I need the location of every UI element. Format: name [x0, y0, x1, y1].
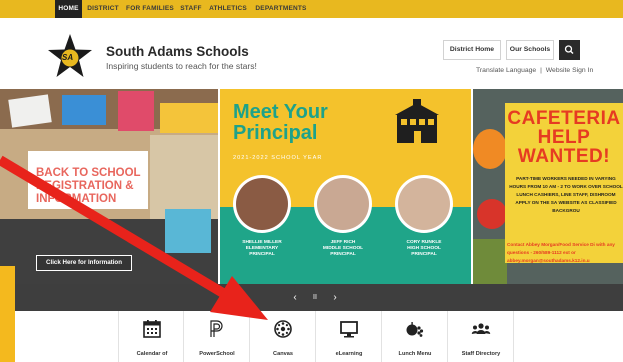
supplies-image — [118, 91, 154, 131]
prev-slide-button[interactable]: ‹ — [288, 284, 302, 311]
our-schools-button[interactable]: Our Schools — [506, 40, 554, 60]
meet-your-principal-title: Meet Your Principal — [233, 102, 328, 144]
notebook-image — [8, 94, 52, 128]
calendar-icon — [143, 320, 161, 338]
site-tagline: Inspiring students to reach for the star… — [106, 61, 257, 71]
quick-links-bar: Calendar of PowerSchool Canvas eLearning… — [0, 311, 623, 362]
district-home-button[interactable]: District Home — [443, 40, 501, 60]
search-button[interactable] — [559, 40, 580, 60]
marker-image — [165, 209, 211, 253]
nav-athletics[interactable]: ATHLETICS — [208, 0, 248, 18]
tomato-image — [477, 199, 507, 229]
quick-link-staff-directory[interactable]: Staff Directory — [448, 311, 514, 362]
schoolhouse-icon — [388, 99, 446, 145]
quick-link-label: PowerSchool — [199, 351, 235, 357]
translate-link[interactable]: Translate Language — [476, 67, 536, 74]
side-accent-bar — [0, 266, 15, 362]
powerschool-icon — [210, 320, 223, 337]
next-slide-button[interactable]: › — [328, 284, 342, 311]
principal-photo-3 — [395, 175, 453, 233]
nav-staff[interactable]: STAFF — [178, 0, 204, 18]
utility-links: Translate Language | Website Sign In — [476, 67, 593, 74]
slide-cafeteria-help[interactable]: CAFETERIA HELP WANTED! PART-TIME WORKERS… — [473, 89, 623, 284]
principal-role: PRINCIPAL — [411, 252, 437, 257]
canvas-icon — [274, 320, 292, 338]
click-for-information-button[interactable]: Click Here for Information — [36, 255, 132, 271]
pencils-image — [160, 103, 218, 133]
back-to-school-headline: BACK TO SCHOOL REGISTRATION & INFORMATIO… — [36, 167, 141, 205]
cafeteria-body: PART-TIME WORKERS NEEDED IN VARYING HOUR… — [509, 176, 623, 213]
quick-link-label: eLearning — [335, 351, 363, 357]
quick-link-label: Calendar of — [136, 351, 168, 357]
quick-link-label: Staff Directory — [461, 351, 501, 357]
pause-slide-button[interactable]: II — [308, 284, 322, 311]
principal-caption-1: SHELLIE MILLER ELEMENTARY PRINCIPAL — [227, 240, 297, 258]
principal-caption-3: CORY RUNKLE HIGH SCHOOL PRINCIPAL — [389, 240, 459, 258]
website-sign-in-link[interactable]: Website Sign In — [546, 67, 593, 74]
monitor-icon — [340, 321, 358, 338]
top-nav-bar: HOME DISTRICT FOR FAMILIES STAFF ATHLETI… — [0, 0, 623, 18]
cafeteria-flyer: CAFETERIA HELP WANTED! PART-TIME WORKERS… — [505, 103, 623, 263]
quick-link-calendar[interactable]: Calendar of — [118, 311, 184, 362]
slide-controls-bar: ‹ II › — [0, 284, 623, 311]
cafeteria-title-line-1: CAFETERIA — [507, 108, 621, 129]
quick-link-canvas[interactable]: Canvas — [250, 311, 316, 362]
logo-text: SA — [62, 53, 74, 62]
greens-image — [473, 239, 507, 284]
principal-caption-2: JEFF RICH MIDDLE SCHOOL PRINCIPAL — [308, 240, 378, 258]
apple-icon — [406, 322, 424, 337]
site-title[interactable]: South Adams Schools — [106, 44, 249, 59]
nav-for-families[interactable]: FOR FAMILIES — [124, 0, 176, 18]
search-icon — [564, 45, 574, 54]
cafeteria-contact: Contact Abbey Morgan/Food Service Di wit… — [507, 242, 615, 263]
title-line-2: Principal — [233, 122, 318, 144]
principal-role: PRINCIPAL — [249, 252, 275, 257]
folder-image — [62, 95, 106, 125]
page: HOME DISTRICT FOR FAMILIES STAFF ATHLETI… — [0, 0, 623, 362]
cafeteria-title-line-3: WANTED! — [517, 146, 611, 167]
cafeteria-title-line-2: HELP — [537, 127, 591, 148]
people-icon — [471, 323, 491, 334]
school-year-subtitle: 2021-2022 SCHOOL YEAR — [233, 155, 323, 161]
slide-meet-your-principal[interactable]: Meet Your Principal 2021-2022 SCHOOL YEA… — [220, 89, 471, 284]
nav-district[interactable]: DISTRICT — [86, 0, 120, 18]
quick-link-powerschool[interactable]: PowerSchool — [184, 311, 250, 362]
separator: | — [540, 67, 542, 74]
principal-role: PRINCIPAL — [330, 252, 356, 257]
quick-link-elearning[interactable]: eLearning — [316, 311, 382, 362]
nav-departments[interactable]: DEPARTMENTS — [252, 0, 310, 18]
orange-image — [473, 129, 507, 169]
cafeteria-title: CAFETERIA HELP WANTED! — [505, 109, 623, 166]
school-logo[interactable]: SA — [47, 33, 93, 79]
slideshow: BACK TO SCHOOL REGISTRATION & INFORMATIO… — [0, 89, 623, 284]
quick-link-lunch-menu[interactable]: Lunch Menu — [382, 311, 448, 362]
nav-home[interactable]: HOME — [55, 0, 82, 18]
principal-photo-1 — [233, 175, 291, 233]
quick-link-label: Canvas — [273, 351, 293, 357]
quick-link-label: Lunch Menu — [398, 351, 432, 357]
title-line-1: Meet Your — [233, 101, 328, 123]
slide-back-to-school[interactable]: BACK TO SCHOOL REGISTRATION & INFORMATIO… — [0, 89, 218, 284]
principal-photo-2 — [314, 175, 372, 233]
